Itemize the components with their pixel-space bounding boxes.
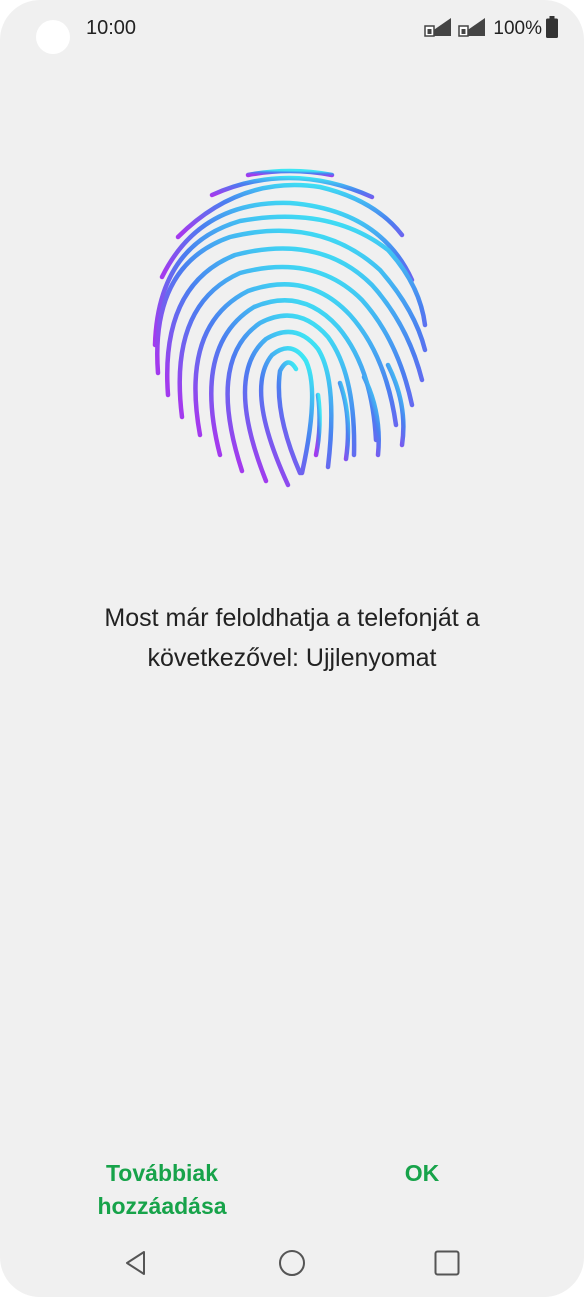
sim1-signal-icon bbox=[423, 16, 453, 43]
screen: 10:00 100% Most már feloldhatja a telefo… bbox=[0, 0, 584, 1297]
battery-icon bbox=[546, 15, 558, 43]
success-message: Most már feloldhatja a telefonját a köve… bbox=[104, 604, 480, 672]
back-icon[interactable] bbox=[120, 1247, 152, 1279]
sim2-signal-icon bbox=[457, 16, 487, 43]
navigation-bar bbox=[0, 1233, 584, 1293]
fingerprint-icon bbox=[140, 155, 440, 500]
status-bar: 10:00 100% bbox=[0, 0, 584, 60]
status-icons: 100% bbox=[423, 15, 558, 43]
status-time: 10:00 bbox=[86, 17, 137, 39]
ok-button[interactable]: OK bbox=[372, 1157, 472, 1190]
battery-percentage: 100% bbox=[493, 18, 542, 39]
home-icon[interactable] bbox=[276, 1247, 308, 1279]
add-more-fingerprints-button[interactable]: Továbbiak hozzáadása bbox=[62, 1157, 262, 1223]
camera-cutout bbox=[36, 20, 70, 54]
recents-icon[interactable] bbox=[431, 1247, 463, 1279]
